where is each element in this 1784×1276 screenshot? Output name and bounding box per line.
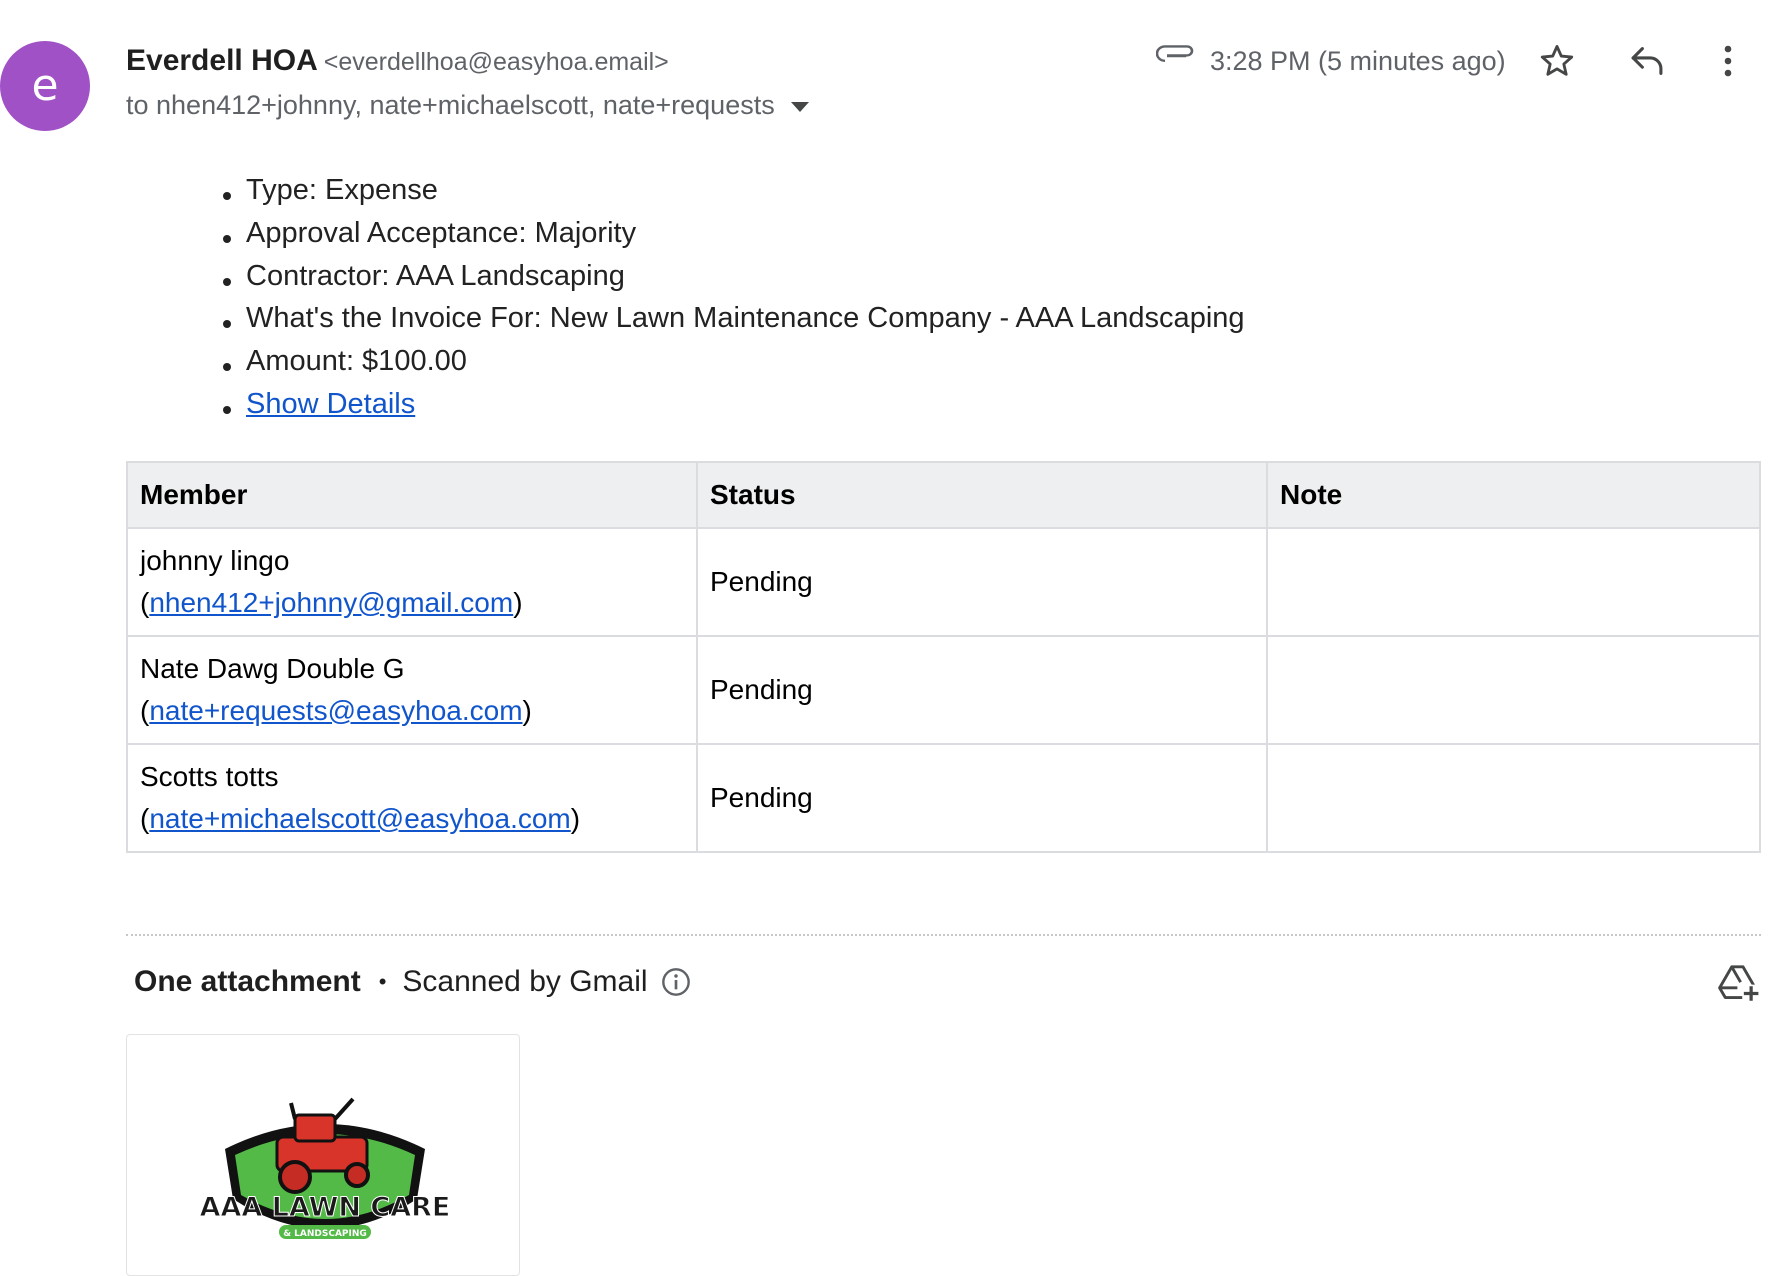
sender-avatar[interactable]: e <box>0 41 90 131</box>
member-cell: Nate Dawg Double G (nate+requests@easyho… <box>126 635 698 745</box>
table-row: Nate Dawg Double G (nate+requests@easyho… <box>126 635 1761 745</box>
members-table: Member Status Note johnny lingo (nhen412… <box>126 461 1761 853</box>
message-time: 3:28 PM (5 minutes ago) <box>1210 46 1506 76</box>
aaa-lawn-care-logo: AAA LAWN CARE & LANDSCAPING <box>199 1097 451 1239</box>
note-cell <box>1266 635 1761 745</box>
recipients-line[interactable]: to nhen412+johnny, nate+michaelscott, na… <box>126 90 809 121</box>
member-email-line: (nate+requests@easyhoa.com) <box>140 695 532 726</box>
show-details-item: Show Details <box>223 388 1245 431</box>
member-name: Nate Dawg Double G <box>140 653 405 684</box>
more-vert-icon[interactable] <box>1722 44 1734 83</box>
note-cell <box>1266 527 1761 637</box>
info-icon[interactable] <box>660 966 692 998</box>
attachments-count: One attachment <box>134 965 361 998</box>
sender-line: Everdell HOA <everdellhoa@easyhoa.email> <box>126 44 669 78</box>
table-row: johnny lingo (nhen412+johnny@gmail.com) … <box>126 527 1761 637</box>
member-name: Scotts totts <box>140 761 279 792</box>
member-email-line: (nate+michaelscott@easyhoa.com) <box>140 803 581 834</box>
table-row: Scotts totts (nate+michaelscott@easyhoa.… <box>126 743 1761 853</box>
status-cell: Pending <box>696 527 1268 637</box>
note-cell <box>1266 743 1761 853</box>
member-email-link[interactable]: nate+requests@easyhoa.com <box>149 695 522 726</box>
member-cell: johnny lingo (nhen412+johnny@gmail.com) <box>126 527 698 637</box>
member-email-line: (nhen412+johnny@gmail.com) <box>140 587 523 618</box>
attachments-header: One attachment • Scanned by Gmail <box>134 965 692 999</box>
attachments-divider <box>126 934 1761 936</box>
attachments-separator: • <box>378 969 387 994</box>
avatar-letter: e <box>31 60 59 111</box>
member-cell: Scotts totts (nate+michaelscott@easyhoa.… <box>126 743 698 853</box>
status-cell: Pending <box>696 743 1268 853</box>
recipients-dropdown-icon[interactable] <box>790 101 809 112</box>
detail-invoice-for: What's the Invoice For: New Lawn Mainten… <box>223 302 1245 345</box>
reply-icon[interactable] <box>1628 44 1666 83</box>
attachment-thumbnail[interactable]: AAA LAWN CARE & LANDSCAPING <box>126 1034 520 1276</box>
logo-text: AAA LAWN CARE <box>200 1192 451 1223</box>
member-name: johnny lingo <box>140 545 290 576</box>
recipients-text: to nhen412+johnny, nate+michaelscott, na… <box>126 90 775 120</box>
column-header-member: Member <box>126 461 698 529</box>
detail-approval: Approval Acceptance: Majority <box>223 217 1245 260</box>
column-header-note: Note <box>1266 461 1761 529</box>
sender-name[interactable]: Everdell HOA <box>126 44 318 77</box>
member-email-link[interactable]: nate+michaelscott@easyhoa.com <box>149 803 570 834</box>
member-email-link[interactable]: nhen412+johnny@gmail.com <box>149 587 513 618</box>
logo-subtext: & LANDSCAPING <box>283 1229 367 1239</box>
status-cell: Pending <box>696 635 1268 745</box>
details-list: Type: Expense Approval Acceptance: Major… <box>223 174 1245 431</box>
paperclip-icon <box>1155 44 1196 71</box>
column-header-status: Status <box>696 461 1268 529</box>
detail-contractor: Contractor: AAA Landscaping <box>223 260 1245 303</box>
detail-amount: Amount: $100.00 <box>223 345 1245 388</box>
star-icon[interactable] <box>1538 42 1576 85</box>
table-header-row: Member Status Note <box>126 461 1761 529</box>
sender-email: <everdellhoa@easyhoa.email> <box>323 48 669 76</box>
add-to-drive-icon[interactable] <box>1718 963 1760 1008</box>
detail-type: Type: Expense <box>223 174 1245 217</box>
show-details-link[interactable]: Show Details <box>246 388 415 420</box>
scanned-by-gmail: Scanned by Gmail <box>402 965 648 998</box>
